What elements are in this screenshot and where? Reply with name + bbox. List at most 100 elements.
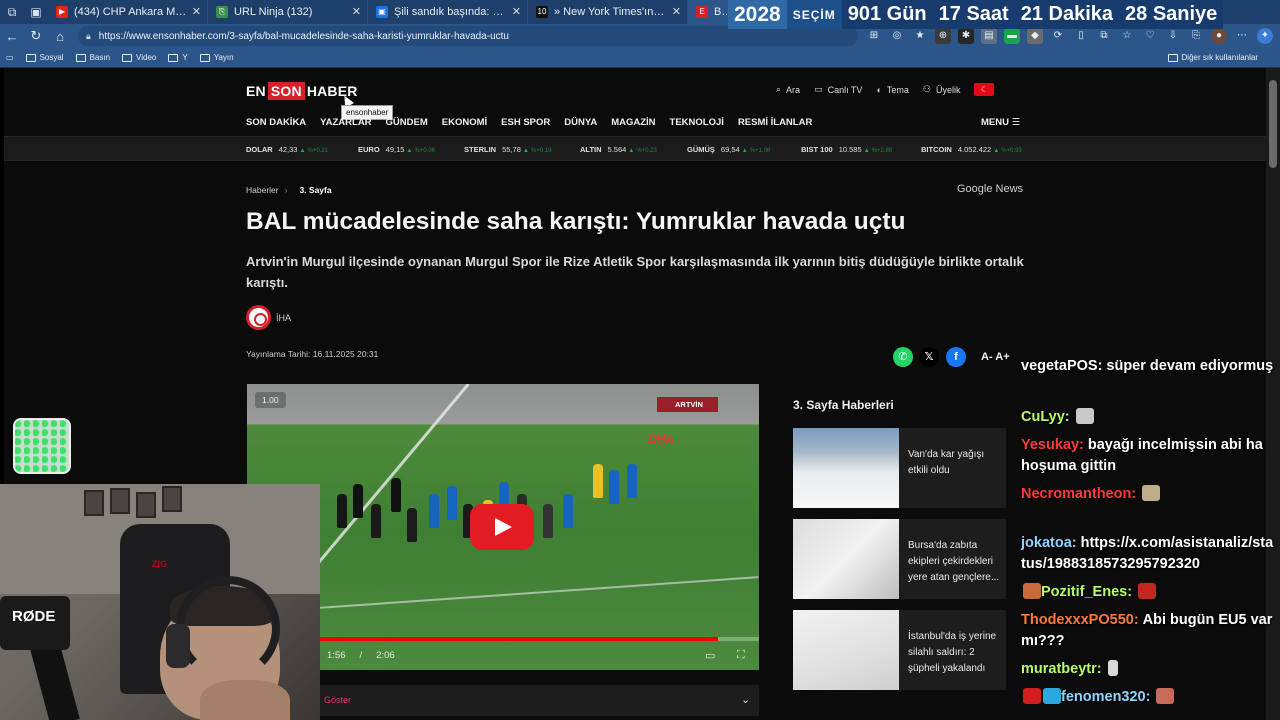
grid-icon[interactable]: ⊞ — [866, 28, 882, 44]
bookmark-label: Video — [136, 53, 157, 62]
nav-item[interactable]: TEKNOLOJİ — [670, 117, 724, 128]
article-source[interactable]: İHA — [276, 313, 291, 323]
close-tab-icon[interactable]: ✕ — [352, 5, 361, 18]
close-tab-icon[interactable]: ✕ — [192, 5, 201, 18]
nav-item[interactable]: GÜNDEM — [386, 117, 428, 128]
ticker-change: %+0.19 — [530, 148, 552, 154]
browser-tab[interactable]: 10 » New York Times'ın ünlü yazarı T ✕ — [528, 0, 688, 24]
sidebar-news-card[interactable]: İstanbul'da iş yerine silahlı saldırı: 2… — [793, 610, 1006, 690]
menu-button[interactable]: MENU ☰ — [981, 117, 1020, 128]
favorites-icon[interactable]: ☆ — [1119, 28, 1135, 44]
extension-icon[interactable]: ◆ — [1027, 28, 1043, 44]
sync-icon[interactable]: ⟳ — [1050, 28, 1066, 44]
font-size-controls[interactable]: A- A+ — [981, 351, 1010, 363]
ticker-item[interactable]: GÜMÜŞ 69,54 ▲ %+1.08 — [687, 145, 770, 154]
home-icon[interactable]: ⌂ — [48, 29, 72, 44]
ticker-item[interactable]: ALTIN 5.564 ▲ %+0.23 — [580, 145, 657, 154]
address-bar[interactable]: 🔒︎ https://www.ensonhaber.com/3-sayfa/ba… — [78, 26, 858, 46]
folder-icon — [168, 53, 179, 62]
copilot-icon[interactable]: ✦ — [1257, 28, 1273, 44]
more-icon[interactable]: ⋯ — [1234, 28, 1250, 44]
nav-item[interactable]: MAGAZİN — [611, 117, 655, 128]
chair-logo: ZIG — [152, 559, 167, 569]
sidebar-news-card[interactable]: Bursa'da zabıta ekipleri çekirdekleri ye… — [793, 519, 1006, 599]
ticker-item[interactable]: BIST 100 10.585 ▲ %+2.88 — [801, 145, 892, 154]
show-more-bar[interactable]: Göster ⌄ — [247, 685, 759, 716]
chat-emote-icon — [1142, 485, 1161, 501]
ticker-item[interactable]: STERLIN 55,78 ▲ %+0.19 — [464, 145, 551, 154]
profile-avatar-icon[interactable]: ● — [1211, 28, 1227, 44]
nav-item[interactable]: DÜNYA — [564, 117, 597, 128]
theme-link[interactable]: ◐ Tema — [876, 85, 908, 95]
miniplayer-icon[interactable]: ▭ — [705, 649, 715, 662]
back-icon[interactable]: ← — [0, 29, 24, 44]
nav-item[interactable]: YAZARLAR — [320, 117, 371, 128]
video-progress-bar[interactable] — [247, 637, 759, 641]
bookmark-folder[interactable]: Video — [122, 53, 156, 62]
url-ninja-icon: ⎘ — [216, 6, 228, 18]
browser-tab[interactable]: ▶ (434) CHP Ankara Milletvekili Um ✕ — [48, 0, 208, 24]
breadcrumb-current[interactable]: 3. Sayfa — [299, 185, 331, 195]
bookmark-add-icon[interactable]: ▭ — [6, 53, 14, 62]
browser-tab[interactable]: ▣ Şili sandık başında: Kutuplaşan ül ✕ — [368, 0, 528, 24]
close-tab-icon[interactable]: ✕ — [512, 5, 521, 18]
bookmark-label: Diğer sık kullanılanlar — [1181, 53, 1258, 62]
close-tab-icon[interactable]: ✕ — [672, 5, 681, 18]
other-bookmarks[interactable]: Diğer sık kullanılanlar — [1167, 53, 1258, 62]
bookmark-folder[interactable]: Y — [168, 53, 188, 62]
lock-icon: 🔒︎ — [86, 30, 91, 41]
ticker-item[interactable]: BITCOIN 4.052.422 ▲ %+0.93 — [921, 145, 1022, 154]
extension-icon[interactable]: ▬ — [1004, 28, 1020, 44]
screenshot-icon[interactable]: ⎘ — [1188, 28, 1204, 44]
downloads-icon[interactable]: ⇩ — [1165, 28, 1181, 44]
nav-item[interactable]: ESH SPOR — [501, 117, 550, 128]
sidebar-news-card[interactable]: Van'da kar yağışı etkili oldu — [793, 428, 1006, 508]
breadcrumb-home[interactable]: Haberler — [246, 185, 279, 195]
extension-icon[interactable]: ▤ — [981, 28, 997, 44]
bookmark-folder[interactable]: Yayın — [199, 53, 234, 62]
bookmark-folder[interactable]: Sosyal — [25, 53, 64, 62]
video-player[interactable]: 1.00 ARTVİN DHA 1:56/2:06 ▭ ⛶ — [247, 384, 759, 670]
nav-item[interactable]: SON DAKİKA — [246, 117, 306, 128]
search-link[interactable]: ⌕ Ara — [776, 84, 800, 95]
ticker-item[interactable]: DOLAR 42,33 ▲ %+0.21 — [246, 145, 328, 154]
nav-item[interactable]: EKONOMİ — [442, 117, 487, 128]
youtube-play-button[interactable] — [470, 504, 534, 550]
ensonhaber-icon: E — [696, 6, 708, 18]
scrollbar-thumb[interactable] — [1269, 80, 1277, 168]
fullscreen-icon[interactable]: ⛶ — [737, 649, 745, 662]
countdown-seconds: 28 Saniye — [1119, 0, 1224, 29]
playback-speed-badge[interactable]: 1.00 — [255, 392, 286, 408]
wall-frame — [84, 490, 104, 516]
video-duration: 2:06 — [376, 650, 395, 661]
nav-item[interactable]: RESMİ İLANLAR — [738, 117, 812, 128]
account-link[interactable]: ⚇ Üyelik — [923, 84, 961, 95]
ticker-item[interactable]: EURO 49,15 ▲ %+0.06 — [358, 145, 435, 154]
reader-icon[interactable]: ◎ — [889, 28, 905, 44]
streamer-hand — [200, 680, 290, 720]
google-news-link[interactable]: Google News — [957, 183, 1023, 195]
ticker-name: DOLAR — [246, 145, 273, 154]
chat-username: Yesukay: — [1021, 437, 1084, 453]
browser-tab[interactable]: ⎘ URL Ninja (132) ✕ — [208, 0, 368, 24]
workspaces-icon[interactable]: ⧉ — [0, 0, 24, 24]
split-screen-icon[interactable]: ▯ — [1073, 28, 1089, 44]
vertical-tabs-icon[interactable]: ▣ — [24, 0, 48, 24]
refresh-icon[interactable]: ↻ — [24, 28, 48, 44]
turkish-flag-icon[interactable]: ☾ — [974, 83, 995, 96]
extension-icon[interactable]: ✱ — [958, 28, 974, 44]
live-tv-link[interactable]: ▭ Canlı TV — [814, 84, 862, 95]
bookmark-folder[interactable]: Basın — [75, 53, 110, 62]
google-label: Google — [957, 183, 993, 195]
chat-message: Necromantheon: — [1021, 484, 1277, 505]
star-icon[interactable]: ★ — [912, 28, 928, 44]
facebook-share-icon[interactable]: f — [946, 347, 966, 367]
up-arrow-icon: ▲ — [741, 148, 748, 154]
health-icon[interactable]: ♡ — [1142, 28, 1158, 44]
whatsapp-share-icon[interactable]: ✆ — [893, 347, 913, 367]
iha-logo-icon[interactable] — [246, 305, 271, 330]
extension-icon[interactable]: ⊕ — [935, 28, 951, 44]
x-share-icon[interactable]: 𝕏 — [919, 347, 939, 367]
mic-arm — [30, 641, 80, 720]
collections-icon[interactable]: ⧉ — [1096, 28, 1112, 44]
